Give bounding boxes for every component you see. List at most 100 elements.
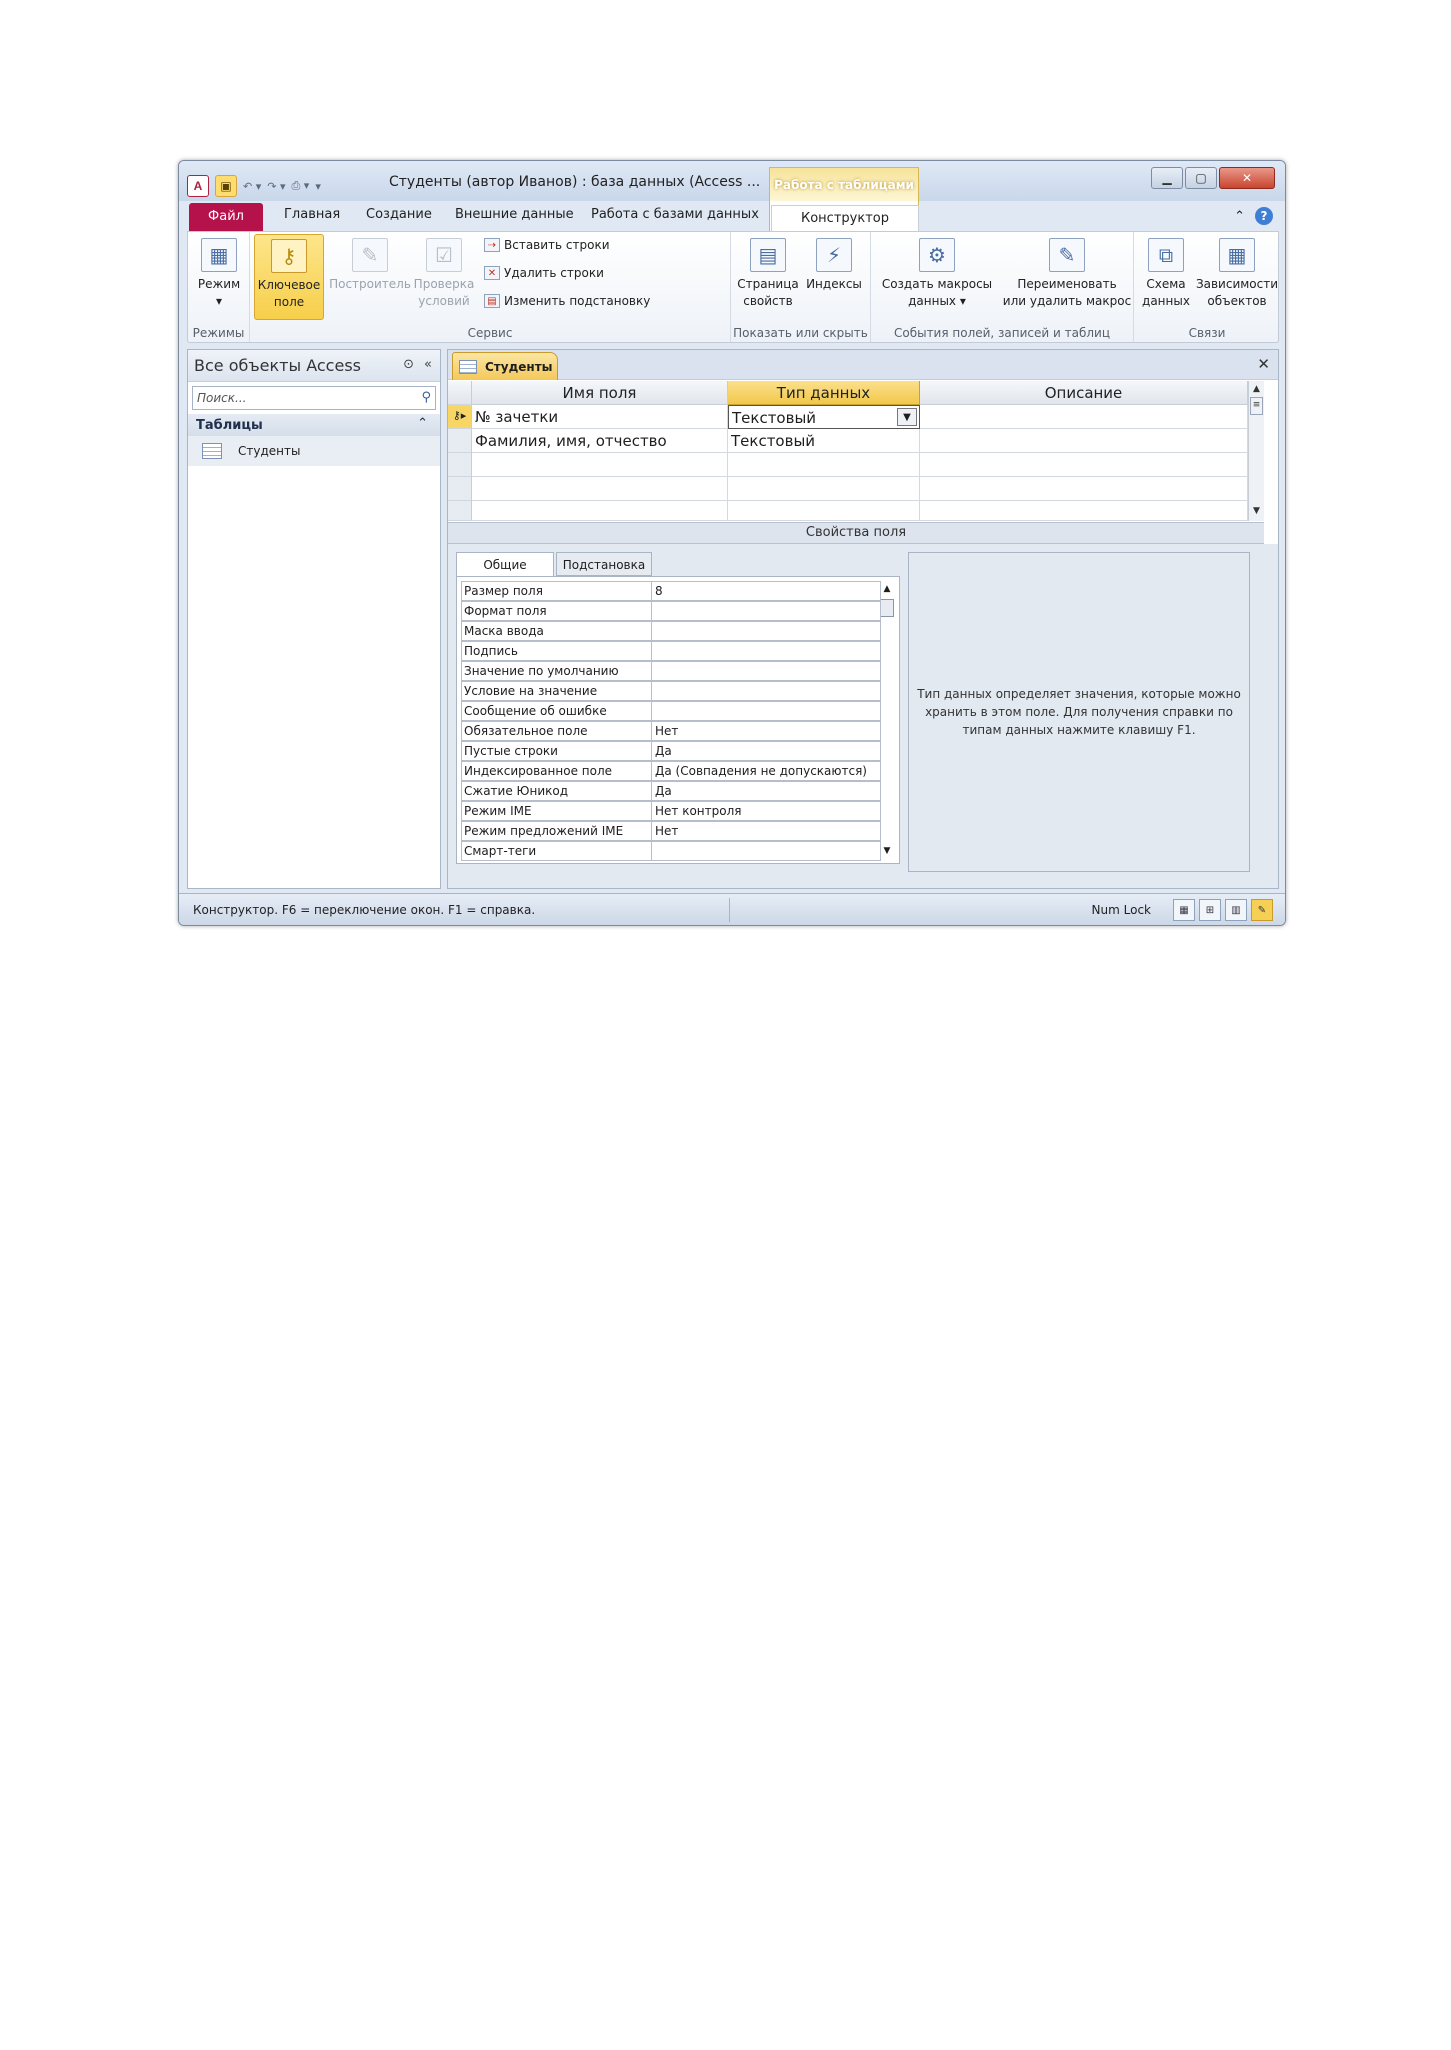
collapse-section-icon[interactable]: ⌃ xyxy=(417,416,428,431)
empty-cell[interactable] xyxy=(728,501,920,521)
field-name-cell[interactable]: Фамилия, имя, отчество xyxy=(472,429,728,453)
empty-cell[interactable] xyxy=(920,501,1248,521)
scroll-down-icon[interactable]: ▼ xyxy=(879,843,895,859)
data-type-cell[interactable]: Текстовый xyxy=(728,429,920,453)
column-header-description[interactable]: Описание xyxy=(920,381,1248,405)
property-row[interactable]: Режим предложений IME Нет xyxy=(461,821,881,841)
pivot-table-view-icon[interactable]: ⊞ xyxy=(1199,899,1221,921)
delete-rows-button[interactable]: ✕ Удалить строки xyxy=(484,266,604,280)
scroll-up-icon[interactable]: ▲ xyxy=(879,581,895,597)
property-value[interactable]: Нет xyxy=(651,721,881,741)
chevron-down-icon[interactable]: ▼ xyxy=(897,408,917,426)
tab-file[interactable]: Файл xyxy=(189,203,263,231)
undo-icon[interactable]: ↶ ▾ xyxy=(243,180,261,193)
property-row[interactable]: Формат поля xyxy=(461,601,881,621)
empty-cell[interactable] xyxy=(728,477,920,501)
tab-create[interactable]: Создание xyxy=(366,207,432,222)
customize-icon[interactable]: ▾ xyxy=(315,180,321,193)
document-tab-students[interactable]: Студенты xyxy=(452,352,558,380)
help-icon[interactable]: ? xyxy=(1255,207,1273,225)
scroll-down-icon[interactable]: ▼ xyxy=(1249,503,1264,519)
create-data-macros-button[interactable]: ⚙ Создать макросы данных ▾ xyxy=(873,234,1001,310)
scroll-track[interactable] xyxy=(1249,415,1264,503)
property-value[interactable]: Да (Совпадения не допускаются) xyxy=(651,761,881,781)
test-validation-button[interactable]: ☑ Проверка условий xyxy=(410,234,478,310)
key-field-button[interactable]: ⚷ Ключевое поле xyxy=(254,234,324,320)
row-selector[interactable] xyxy=(448,429,472,453)
property-value[interactable]: Нет контроля xyxy=(651,801,881,821)
property-value[interactable]: 8 xyxy=(651,581,881,601)
minimize-ribbon-icon[interactable]: ⌃ xyxy=(1234,209,1245,224)
change-lookup-button[interactable]: ▤ Изменить подстановку xyxy=(484,294,650,308)
row-selector[interactable] xyxy=(448,453,472,477)
property-row[interactable]: Сжатие Юникод Да xyxy=(461,781,881,801)
property-value[interactable] xyxy=(651,841,881,861)
empty-cell[interactable] xyxy=(728,453,920,477)
collapse-pane-icon[interactable]: « xyxy=(424,357,432,372)
empty-cell[interactable] xyxy=(472,501,728,521)
close-button[interactable]: ✕ xyxy=(1219,167,1275,189)
description-cell[interactable] xyxy=(920,429,1248,453)
datasheet-view-icon[interactable]: ▦ xyxy=(1173,899,1195,921)
relationships-button[interactable]: ⧉ Схема данных xyxy=(1136,234,1196,310)
property-row[interactable]: Условие на значение xyxy=(461,681,881,701)
mode-button[interactable]: ▦ Режим ▾ xyxy=(192,234,246,310)
property-value[interactable] xyxy=(651,681,881,701)
property-value[interactable] xyxy=(651,621,881,641)
description-cell[interactable] xyxy=(920,405,1248,429)
nav-section-tables[interactable]: Таблицы ⌃ xyxy=(188,414,440,436)
tab-home[interactable]: Главная xyxy=(284,207,340,222)
property-value[interactable]: Да xyxy=(651,741,881,761)
nav-menu-chevron-icon[interactable]: ⊙ xyxy=(403,357,414,372)
property-row[interactable]: Обязательное поле Нет xyxy=(461,721,881,741)
design-view-icon[interactable]: ✎ xyxy=(1251,899,1273,921)
maximize-button[interactable]: ▢ xyxy=(1185,167,1217,189)
primary-key-row-selector[interactable]: ⚷▸ xyxy=(448,405,472,429)
scroll-thumb[interactable] xyxy=(880,599,894,617)
row-selector[interactable] xyxy=(448,501,472,521)
insert-rows-button[interactable]: ⇢ Вставить строки xyxy=(484,238,610,252)
property-row[interactable]: Индексированное поле Да (Совпадения не до… xyxy=(461,761,881,781)
nav-search-input[interactable]: Поиск... ⚲ xyxy=(192,386,436,410)
property-row[interactable]: Режим IME Нет контроля xyxy=(461,801,881,821)
object-dependencies-button[interactable]: ▦ Зависимости объектов xyxy=(1194,234,1280,310)
indexes-button[interactable]: ⚡ Индексы xyxy=(801,234,867,293)
tab-design[interactable]: Конструктор xyxy=(771,205,919,231)
property-value[interactable]: Да xyxy=(651,781,881,801)
property-value[interactable] xyxy=(651,661,881,681)
properties-scrollbar[interactable]: ▲ ▼ xyxy=(879,581,895,861)
save-icon[interactable]: ▣ xyxy=(215,175,237,197)
column-header-field-name[interactable]: Имя поля xyxy=(472,381,728,405)
empty-cell[interactable] xyxy=(472,477,728,501)
property-value[interactable] xyxy=(651,601,881,621)
column-header-data-type[interactable]: Тип данных xyxy=(728,381,920,405)
redo-icon[interactable]: ↷ ▾ xyxy=(267,180,285,193)
builder-button[interactable]: ✎ Построитель xyxy=(328,234,412,293)
print-preview-icon[interactable]: ⎙ ▾ xyxy=(292,179,310,193)
nav-item-students[interactable]: Студенты xyxy=(188,436,440,466)
pivot-chart-view-icon[interactable]: ▥ xyxy=(1225,899,1247,921)
scroll-up-icon[interactable]: ▲ xyxy=(1249,381,1264,397)
property-value[interactable] xyxy=(651,701,881,721)
scroll-track[interactable] xyxy=(879,619,895,843)
empty-cell[interactable] xyxy=(920,453,1248,477)
property-row[interactable]: Сообщение об ошибке xyxy=(461,701,881,721)
property-row[interactable]: Размер поля 8 xyxy=(461,581,881,601)
close-document-icon[interactable]: ✕ xyxy=(1257,355,1270,373)
minimize-button[interactable]: ▁ xyxy=(1151,167,1183,189)
grid-scrollbar[interactable]: ▲ ≡ ▼ xyxy=(1248,381,1264,521)
data-type-select[interactable]: Текстовый ▼ xyxy=(728,405,920,429)
property-row[interactable]: Маска ввода xyxy=(461,621,881,641)
access-app-icon[interactable]: A xyxy=(187,175,209,197)
empty-cell[interactable] xyxy=(472,453,728,477)
property-value[interactable] xyxy=(651,641,881,661)
property-row[interactable]: Значение по умолчанию xyxy=(461,661,881,681)
tab-external-data[interactable]: Внешние данные xyxy=(455,207,574,222)
tab-lookup[interactable]: Подстановка xyxy=(556,552,652,576)
property-row[interactable]: Подпись xyxy=(461,641,881,661)
scroll-thumb[interactable]: ≡ xyxy=(1250,397,1263,415)
tab-database-tools[interactable]: Работа с базами данных xyxy=(591,207,759,222)
property-row[interactable]: Пустые строки Да xyxy=(461,741,881,761)
rename-delete-macro-button[interactable]: ✎ Переименовать или удалить макрос xyxy=(999,234,1135,310)
property-row[interactable]: Смарт-теги xyxy=(461,841,881,861)
